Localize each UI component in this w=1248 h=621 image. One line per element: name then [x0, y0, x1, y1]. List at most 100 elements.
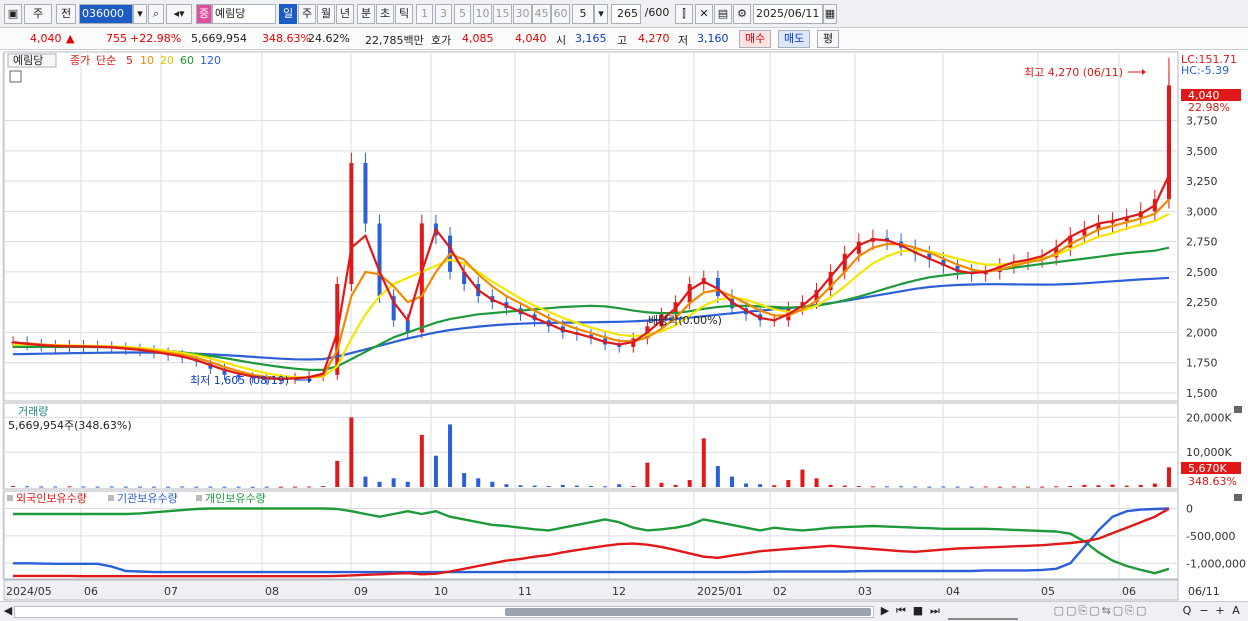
holding-close-icon[interactable] [1234, 494, 1242, 501]
market-select[interactable]: 주 [24, 4, 52, 24]
gear-icon[interactable]: ⚙ [733, 4, 751, 24]
volume-bar [772, 485, 777, 487]
table-toggle-icon[interactable] [9, 70, 22, 83]
volume-panel [3, 402, 1179, 490]
buy-button[interactable]: 매수 [739, 30, 772, 48]
volume-bar [969, 486, 974, 488]
legend-ma5: 5 [126, 54, 133, 67]
volume-bar [856, 485, 861, 487]
stock-name-field[interactable]: 예림당 [212, 4, 276, 24]
bottom-bar: ◀ ▶ ⏮ ■ ⏭ ▢▢⎘▢⇆▢⎘▢ Q − + A [0, 601, 1248, 621]
x-axis-bar [3, 579, 1179, 601]
chart-area[interactable]: 2024/05 06 07 08 09 10 11 12 2025/01 02 03 04 05 06 06… [0, 51, 1248, 602]
volume-bar [955, 486, 960, 488]
eval-button[interactable]: 평 [817, 30, 840, 48]
period-tab-week[interactable]: 주 [298, 4, 316, 24]
interval-45[interactable]: 45 [532, 4, 551, 24]
interval-15[interactable]: 15 [493, 4, 512, 24]
go-start-icon[interactable]: ⏮ [893, 604, 909, 620]
mode-select[interactable]: 전 [56, 4, 76, 24]
crosshair-icon[interactable]: ✕ [695, 4, 713, 24]
period-tab-tick[interactable]: 틱 [395, 4, 413, 24]
sell-button[interactable]: 매도 [778, 30, 811, 48]
change-percent: +22.98% [130, 32, 182, 45]
period-tab-year[interactable]: 년 [336, 4, 354, 24]
calendar-icon[interactable]: ▦ [823, 4, 837, 24]
legend-individual: 개인보유수량 [205, 492, 266, 505]
candle-body [405, 320, 410, 333]
scroll-left-icon[interactable]: ◀ [2, 604, 14, 620]
trade-amount: 22,785백만 [365, 34, 424, 47]
interval-60[interactable]: 60 [551, 4, 570, 24]
current-price: 4,040 [30, 32, 62, 45]
bid-label: 호가 [431, 34, 452, 47]
chart-svg[interactable]: 2024/05 06 07 08 09 10 11 12 2025/01 02 03 04 05 06 06… [0, 51, 1248, 602]
price-tick-label: 2,250 [1186, 296, 1218, 309]
x-tick-label: 03 [858, 585, 872, 598]
interval-5[interactable]: 5 [454, 4, 471, 24]
interval-30[interactable]: 30 [513, 4, 532, 24]
interval-1[interactable]: 1 [416, 4, 433, 24]
low-price: 3,160 [697, 32, 729, 45]
stock-code-input[interactable]: 036000 [79, 4, 133, 24]
count-input[interactable]: 265 [611, 4, 641, 24]
go-end-icon[interactable]: ⏭ [927, 604, 943, 620]
volume-bar [137, 486, 142, 488]
volume-bar [518, 485, 523, 487]
x-tick-label: 04 [946, 585, 960, 598]
x-tick-label: 05 [1041, 585, 1055, 598]
interval-dropdown-icon[interactable]: ▾ [594, 4, 608, 24]
interval-select[interactable]: 5 [572, 4, 594, 24]
period-tab-day[interactable]: 일 [279, 4, 297, 24]
scroll-thumb[interactable] [505, 608, 871, 616]
search-icon[interactable]: ⌕ [148, 4, 164, 24]
price-tick-label: 2,500 [1186, 266, 1218, 279]
volume-current-pct: 348.63% [1188, 475, 1237, 488]
volume-value: 5,669,954 [191, 32, 247, 45]
scroll-track[interactable] [14, 606, 874, 618]
search-icon-bottom[interactable]: Q [1180, 604, 1194, 620]
sound-icon[interactable]: ◂▾ [166, 4, 192, 24]
quote-bar: 4,040 ▲ 755 +22.98% 5,669,954 348.63% 24… [0, 28, 1248, 50]
zoom-out-icon[interactable]: − [1198, 604, 1210, 620]
volume-bar [307, 486, 312, 488]
period-tab-month[interactable]: 월 [317, 4, 335, 24]
tool-icons[interactable]: ▢▢⎘▢⇆▢⎘▢ [1026, 604, 1176, 620]
stop-icon[interactable]: ■ [910, 604, 926, 620]
x-tick-label: 10 [434, 585, 448, 598]
zoom-slider[interactable] [948, 604, 1018, 620]
volume-bar [236, 486, 241, 488]
open-price: 3,165 [575, 32, 607, 45]
scroll-right-icon[interactable]: ▶ [878, 604, 892, 620]
holding-panel [3, 490, 1179, 580]
candle-icon[interactable]: ⫿ [675, 4, 693, 24]
volume-bar [617, 484, 622, 487]
x-tick-label: 06/11 [1188, 585, 1220, 598]
volume-bar [292, 486, 297, 488]
period-tab-minute[interactable]: 분 [357, 4, 375, 24]
period-tab-second[interactable]: 초 [376, 4, 394, 24]
volume-bar [1011, 486, 1016, 488]
change-value: 755 [106, 32, 127, 45]
layout-icon[interactable]: ▣ [4, 4, 22, 24]
interval-10[interactable]: 10 [473, 4, 492, 24]
holding-y-axis: 0 -500,000 -1,000,000 [1186, 502, 1246, 570]
price-tick-label: 3,750 [1186, 115, 1218, 128]
volume-bar [1138, 484, 1143, 487]
volume-tick-label: 20,000K [1186, 411, 1232, 424]
date-input[interactable]: 2025/06/11 [753, 4, 823, 24]
volume-bar [673, 484, 678, 487]
save-icon[interactable]: ▤ [714, 4, 732, 24]
price-tick-label: 1,500 [1186, 387, 1218, 400]
volume-bar [927, 486, 932, 488]
volume-bar [448, 424, 453, 487]
interval-3[interactable]: 3 [435, 4, 452, 24]
volume-bar [476, 478, 481, 487]
ask-price: 4,040 [515, 32, 547, 45]
volume-current-tag: 5,670K [1188, 462, 1227, 475]
volume-close-icon[interactable] [1234, 406, 1242, 413]
bid-price: 4,085 [462, 32, 494, 45]
code-dropdown-icon[interactable]: ▾ [133, 4, 147, 24]
zoom-in-icon[interactable]: + [1214, 604, 1226, 620]
auto-scale-icon[interactable]: A [1230, 604, 1242, 620]
